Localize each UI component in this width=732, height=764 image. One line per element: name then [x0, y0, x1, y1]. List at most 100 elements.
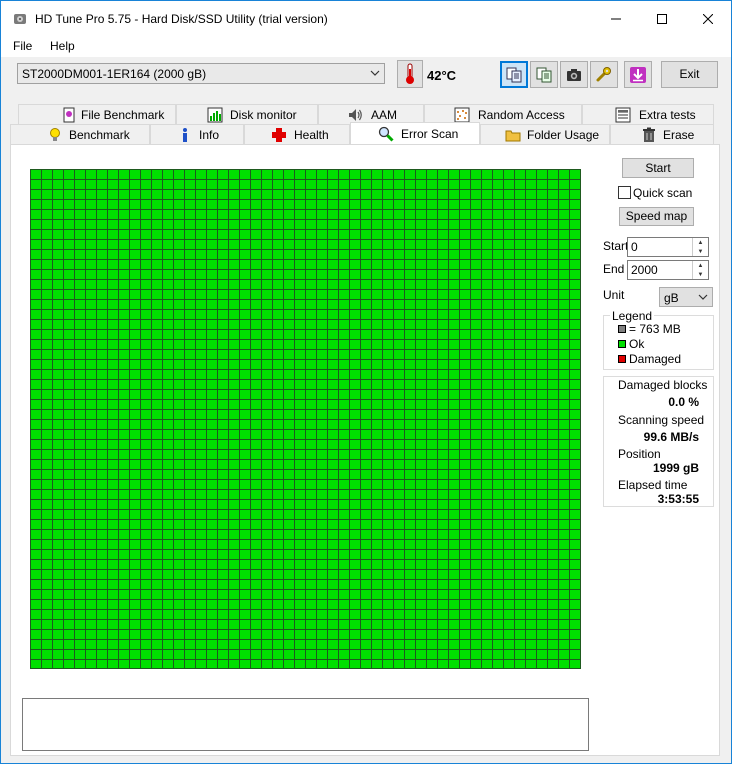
exit-button[interactable]: Exit [661, 61, 718, 88]
extra-tests-icon [615, 107, 631, 123]
end-spinner[interactable]: ▲ ▼ [692, 261, 708, 279]
chevron-down-icon [370, 70, 380, 76]
start-position-value: 0 [631, 240, 638, 254]
menu-bar: File Help [1, 37, 731, 58]
menu-file[interactable]: File [13, 39, 32, 53]
tab-file-benchmark[interactable]: File Benchmark [18, 104, 176, 124]
tab-label: Random Access [478, 108, 565, 122]
trash-icon [643, 127, 655, 142]
scanning-speed-value: 99.6 MB/s [643, 430, 699, 444]
quick-scan-checkbox[interactable] [618, 186, 631, 199]
legend-ok-swatch [618, 340, 626, 348]
tab-label: Error Scan [401, 127, 459, 141]
minimize-button[interactable] [593, 1, 639, 37]
maximize-button[interactable] [639, 1, 685, 37]
spin-up-icon[interactable]: ▲ [693, 238, 708, 247]
menu-help[interactable]: Help [50, 39, 75, 53]
info-icon [183, 128, 187, 142]
wrench-icon [596, 66, 611, 81]
tab-label: Extra tests [639, 108, 696, 122]
scanning-speed-label: Scanning speed [618, 413, 705, 427]
tab-label: Erase [663, 128, 695, 142]
tab-benchmark[interactable]: Benchmark [10, 124, 150, 144]
unit-label: Unit [603, 288, 625, 302]
scan-block-map [30, 169, 581, 669]
log-output [22, 698, 589, 751]
legend-title: Legend [610, 309, 655, 323]
tab-label: Health [294, 128, 329, 142]
end-position-input[interactable]: 2000 ▲ ▼ [627, 260, 709, 280]
lightbulb-icon [50, 128, 60, 141]
magnifier-icon [378, 126, 394, 142]
legend-ok-label: Ok [629, 337, 645, 351]
spin-up-icon[interactable]: ▲ [693, 261, 708, 270]
tab-label: Disk monitor [230, 108, 297, 122]
start-position-input[interactable]: 0 ▲ ▼ [627, 237, 709, 257]
speed-map-button[interactable]: Speed map [619, 207, 694, 226]
start-scan-button[interactable]: Start [622, 158, 694, 178]
tab-folder-usage[interactable]: Folder Usage [480, 124, 610, 144]
tab-row-bottom: Benchmark Info Health Error Scan Folder … [10, 122, 718, 144]
start-spinner[interactable]: ▲ ▼ [692, 238, 708, 256]
elapsed-time-value: 3:53:55 [657, 492, 699, 506]
app-disk-icon [14, 14, 26, 24]
tab-label: Info [199, 128, 220, 142]
drive-select-value: ST2000DM001-1ER164 (2000 gB) [22, 67, 207, 81]
title-bar: HD Tune Pro 5.75 - Hard Disk/SSD Utility… [1, 1, 731, 37]
save-button[interactable] [624, 61, 652, 88]
tab-info[interactable]: Info [150, 124, 244, 144]
tab-label: File Benchmark [81, 108, 165, 122]
main-window: HD Tune Pro 5.75 - Hard Disk/SSD Utility… [0, 0, 732, 764]
random-access-icon [454, 107, 470, 123]
unit-select[interactable]: gB [659, 287, 713, 307]
options-button[interactable] [590, 61, 618, 88]
legend-damaged-label: Damaged [629, 352, 682, 366]
tab-error-scan[interactable]: Error Scan [350, 122, 480, 144]
maximize-icon [657, 14, 667, 24]
tab-random-access[interactable]: Random Access [424, 104, 582, 124]
chevron-down-icon [698, 294, 708, 300]
damaged-blocks-value: 0.0 % [668, 395, 699, 409]
start-label: Start [603, 239, 629, 253]
screenshot-button[interactable] [560, 61, 588, 88]
spin-down-icon[interactable]: ▼ [693, 270, 708, 279]
tab-label: AAM [371, 108, 398, 122]
tab-aam[interactable]: AAM [318, 104, 424, 124]
quick-scan-label: Quick scan [633, 186, 693, 200]
tab-label: Folder Usage [527, 128, 600, 142]
end-position-value: 2000 [631, 263, 658, 277]
damaged-blocks-label: Damaged blocks [618, 378, 708, 392]
copy-icon [506, 67, 522, 82]
speaker-icon [349, 109, 362, 121]
copy-info-button[interactable] [500, 61, 528, 88]
temperature-readout: 42°C [427, 68, 457, 83]
tab-extra-tests[interactable]: Extra tests [582, 104, 714, 124]
legend-block-swatch [618, 325, 626, 333]
health-cross-icon [272, 128, 286, 142]
file-benchmark-icon [63, 107, 75, 123]
elapsed-time-label: Elapsed time [618, 478, 688, 492]
tab-row-top: File Benchmark Disk monitor AAM Random A… [10, 104, 718, 124]
folder-icon [505, 130, 521, 142]
legend-damaged-swatch [618, 355, 626, 363]
drive-select[interactable]: ST2000DM001-1ER164 (2000 gB) [17, 63, 385, 84]
tab-erase[interactable]: Erase [610, 124, 714, 144]
camera-icon [567, 68, 581, 81]
disk-monitor-icon [207, 107, 223, 123]
copy-all-button[interactable] [530, 61, 558, 88]
end-label: End [603, 262, 625, 276]
tab-disk-monitor[interactable]: Disk monitor [176, 104, 318, 124]
copy-all-icon [536, 67, 552, 82]
minimize-icon [611, 18, 621, 20]
download-arrow-icon [630, 66, 646, 83]
close-button[interactable] [685, 1, 731, 37]
thermometer-icon [406, 63, 414, 84]
position-label: Position [618, 447, 661, 461]
tab-label: Benchmark [69, 128, 130, 142]
unit-select-value: gB [664, 291, 679, 305]
spin-down-icon[interactable]: ▼ [693, 247, 708, 256]
temperature-button[interactable] [397, 60, 423, 88]
window-title: HD Tune Pro 5.75 - Hard Disk/SSD Utility… [35, 12, 328, 26]
close-icon [703, 14, 713, 24]
tab-health[interactable]: Health [244, 124, 350, 144]
